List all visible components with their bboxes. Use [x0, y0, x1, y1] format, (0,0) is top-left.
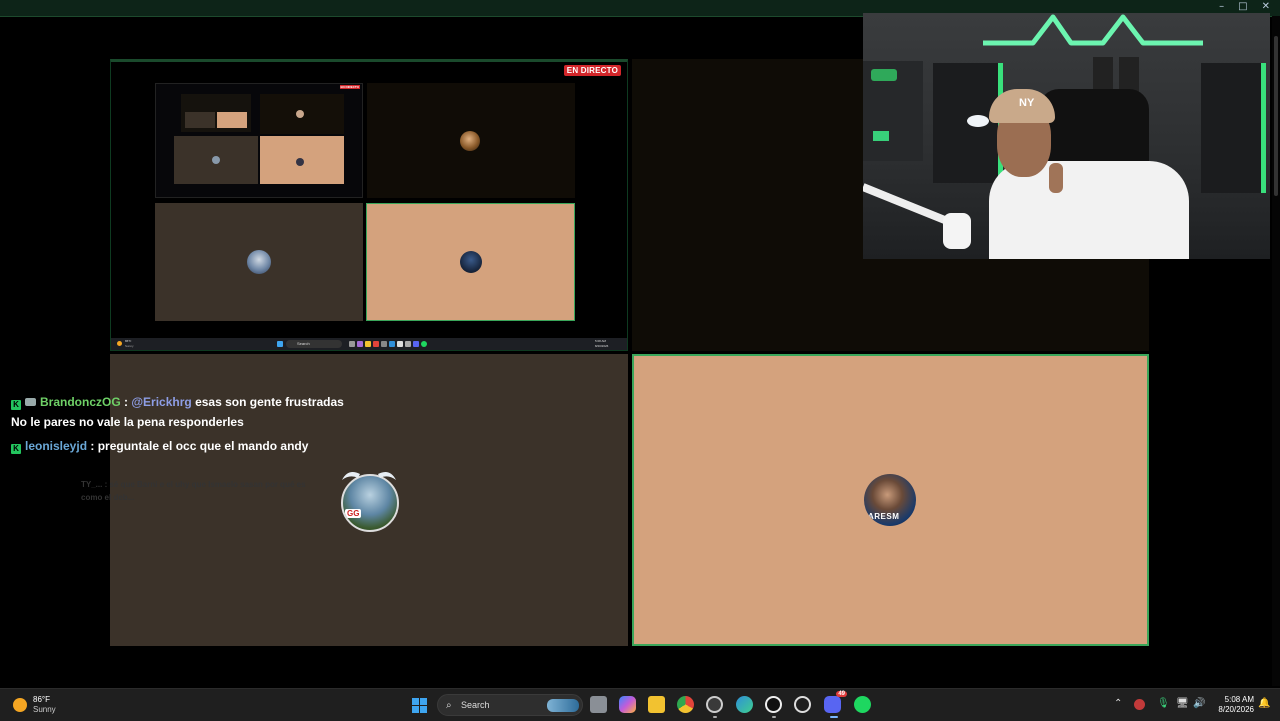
nested-avatar [296, 110, 304, 118]
edge-icon[interactable] [736, 696, 753, 713]
tray-app-icon[interactable] [1134, 699, 1145, 710]
nested-screen-tile-small [181, 94, 251, 132]
chat-separator: : [87, 439, 98, 453]
network-icon[interactable]: 🖥 [1176, 698, 1189, 709]
file-explorer-icon[interactable] [648, 696, 665, 713]
chat-message: Kleonisleyjd : preguntale el occ que el … [11, 436, 391, 456]
vertical-scrollbar[interactable] [1272, 16, 1280, 686]
avatar [460, 251, 482, 273]
nested-screen-tile: EN DIRECTO [155, 83, 363, 198]
avatar [460, 131, 480, 151]
chat-username: leonisleyjd [25, 439, 88, 453]
kick-badge-icon: K [11, 400, 21, 410]
ring-light [967, 115, 989, 127]
chat-overlay: K BrandonczOG : @Erickhrg esas son gente … [11, 392, 391, 456]
maximize-button[interactable]: □ [1238, 1, 1247, 12]
acoustic-panel [1201, 63, 1266, 193]
chat-separator: : [120, 395, 132, 409]
user-avatar: ARESM [864, 474, 916, 526]
avatar-gg-label: GG [345, 509, 362, 518]
shelf [863, 61, 923, 161]
steam-icon[interactable] [794, 696, 811, 713]
nested-avatar [296, 158, 304, 166]
app-icon[interactable] [706, 696, 723, 713]
weather-condition: Sunny [33, 705, 56, 714]
search-highlight-icon [547, 699, 579, 712]
notification-bell-icon[interactable]: 🔔 [1258, 698, 1270, 709]
nested-dark-tile-large [367, 83, 575, 198]
weather-temp: 86°F [33, 695, 50, 704]
taskbar-search[interactable]: ⌕ Search [437, 694, 583, 716]
chat-text: preguntale el occ que el mando andy [97, 439, 309, 453]
faded-chat-message: TY_... : sé que Barni e el uhy que Ismae… [81, 480, 306, 502]
webcam-overlay: NY [863, 13, 1270, 259]
chat-username: BrandonczOG [40, 395, 121, 409]
nested-stream-grid: EN DIRECTO [155, 83, 575, 321]
kick-badge-icon: K [11, 444, 21, 454]
chat-message-continuation: No le pares no vale la pena responderles [11, 415, 244, 429]
microphone [943, 213, 971, 249]
volume-icon[interactable]: 🔊 [1193, 698, 1205, 709]
obs-icon[interactable] [765, 696, 782, 713]
nested-brown-tile-large [155, 203, 363, 321]
nested-live-badge: EN DIRECTO [339, 85, 360, 89]
search-placeholder: Search [461, 700, 490, 710]
windows-taskbar: 86°F Sunny ⌕ Search 49 ⌃ 🎙 🖥 🔊 5:08 AM 8… [0, 688, 1280, 721]
system-clock[interactable]: 5:08 AM 8/20/2026 [1214, 695, 1254, 715]
copilot-icon[interactable] [619, 696, 636, 713]
microphone-icon[interactable]: 🎙 [1157, 698, 1170, 709]
avatar [247, 250, 271, 274]
chat-text: esas son gente frustradas [191, 395, 344, 409]
chat-message: K BrandonczOG : @Erickhrg esas son gente … [11, 392, 391, 412]
minimize-button[interactable]: – [1219, 1, 1224, 12]
screen-share-tile[interactable]: EN DIRECTO EN DIRECTO 86°F Sunny Search … [110, 59, 628, 351]
close-button[interactable]: ✕ [1262, 1, 1270, 12]
chrome-icon[interactable] [677, 696, 694, 713]
cap-logo: NY [1019, 97, 1035, 109]
show-hidden-icons-chevron-icon[interactable]: ⌃ [1114, 698, 1122, 709]
start-button[interactable] [412, 698, 427, 713]
subscriber-badge-icon [25, 398, 36, 406]
avatar-wings-icon [342, 472, 396, 480]
scrollbar-thumb[interactable] [1274, 36, 1278, 196]
person-neck [1049, 163, 1063, 193]
spotify-icon[interactable] [854, 696, 871, 713]
window-controls: – □ ✕ [1219, 1, 1270, 12]
chat-mention: @Erickhrg [131, 395, 192, 409]
live-badge: EN DIRECTO [563, 65, 621, 76]
discord-icon[interactable]: 49 [824, 691, 847, 713]
clock-date: 8/20/2026 [1218, 705, 1254, 714]
active-speaker-tile[interactable]: ARESM [632, 354, 1149, 646]
task-view-icon[interactable] [590, 696, 607, 713]
clock-time: 5:08 AM [1224, 695, 1254, 704]
weather-widget[interactable]: 86°F Sunny [13, 695, 56, 715]
discord-notification-badge: 49 [836, 691, 847, 697]
avatar-label: ARESM [868, 512, 900, 521]
nested-taskbar: 86°F Sunny Search 5:08 AM 8/20/2026 [111, 338, 627, 350]
sun-icon [13, 698, 27, 712]
search-icon: ⌕ [446, 700, 452, 711]
nested-tan-tile-large [366, 203, 575, 321]
led-light-panel-icon [983, 14, 1203, 46]
nested-avatar [212, 156, 220, 164]
